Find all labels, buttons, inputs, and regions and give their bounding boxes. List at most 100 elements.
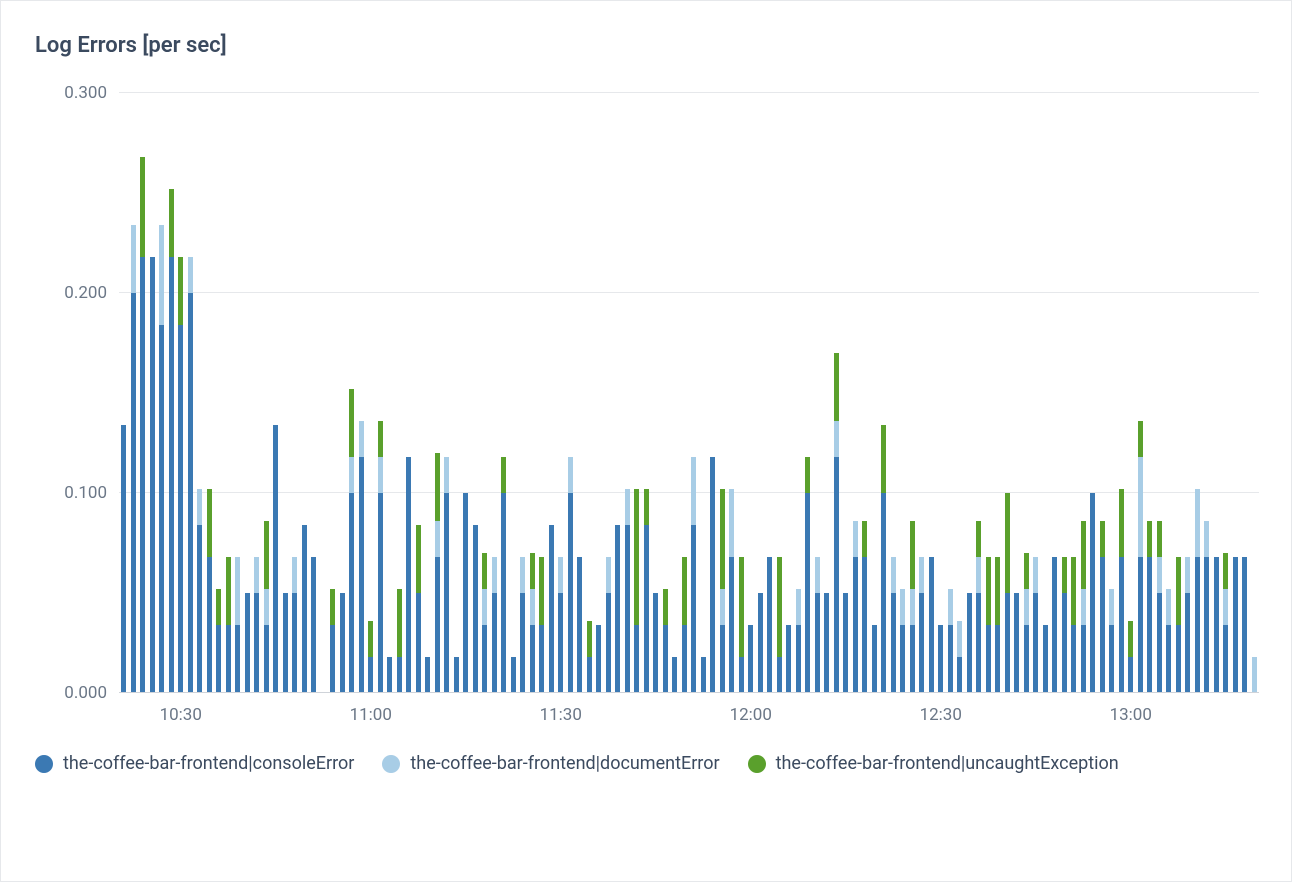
bar-column[interactable]: [777, 557, 782, 693]
bar-column[interactable]: [577, 557, 582, 693]
bar-column[interactable]: [492, 557, 497, 693]
bar-column[interactable]: [1081, 521, 1086, 693]
bar-column[interactable]: [454, 657, 459, 693]
bar-column[interactable]: [568, 457, 573, 693]
bar-column[interactable]: [729, 489, 734, 693]
bar-column[interactable]: [1109, 589, 1114, 693]
bar-column[interactable]: [1195, 489, 1200, 693]
bar-column[interactable]: [406, 457, 411, 693]
bar-column[interactable]: [302, 525, 307, 693]
bar-column[interactable]: [786, 625, 791, 693]
bar-column[interactable]: [131, 225, 136, 693]
bar-column[interactable]: [682, 557, 687, 693]
plot[interactable]: [119, 93, 1259, 693]
bar-column[interactable]: [1185, 557, 1190, 693]
bar-column[interactable]: [397, 589, 402, 693]
bar-column[interactable]: [1242, 557, 1247, 693]
bar-column[interactable]: [425, 657, 430, 693]
bar-column[interactable]: [653, 593, 658, 693]
bar-column[interactable]: [1128, 621, 1133, 693]
bar-column[interactable]: [292, 557, 297, 693]
bar-column[interactable]: [1147, 521, 1152, 693]
bar-column[interactable]: [986, 557, 991, 693]
bar-column[interactable]: [824, 593, 829, 693]
bar-column[interactable]: [273, 425, 278, 693]
bar-column[interactable]: [1052, 557, 1057, 693]
bar-column[interactable]: [919, 557, 924, 693]
bar-column[interactable]: [1033, 557, 1038, 693]
bar-column[interactable]: [834, 353, 839, 693]
bar-column[interactable]: [254, 557, 259, 693]
bar-column[interactable]: [463, 493, 468, 693]
bar-column[interactable]: [1166, 589, 1171, 693]
bar-column[interactable]: [197, 489, 202, 693]
bar-column[interactable]: [1043, 625, 1048, 693]
bar-column[interactable]: [378, 421, 383, 693]
bar-column[interactable]: [159, 225, 164, 693]
bar-column[interactable]: [1062, 557, 1067, 693]
legend-item-documentError[interactable]: the-coffee-bar-frontend|documentError: [382, 753, 719, 774]
bar-column[interactable]: [995, 557, 1000, 693]
bar-column[interactable]: [929, 557, 934, 693]
bar-column[interactable]: [587, 621, 592, 693]
bar-column[interactable]: [359, 421, 364, 693]
bar-column[interactable]: [758, 593, 763, 693]
bar-column[interactable]: [1100, 521, 1105, 693]
bar-column[interactable]: [910, 521, 915, 693]
bar-column[interactable]: [216, 589, 221, 693]
bar-column[interactable]: [1090, 493, 1095, 693]
bar-column[interactable]: [1214, 557, 1219, 693]
bar-column[interactable]: [311, 557, 316, 693]
bar-column[interactable]: [739, 557, 744, 693]
legend-item-consoleError[interactable]: the-coffee-bar-frontend|consoleError: [35, 753, 354, 774]
bar-column[interactable]: [1252, 657, 1257, 693]
bar-column[interactable]: [948, 589, 953, 693]
bar-column[interactable]: [140, 157, 145, 693]
bar-column[interactable]: [1014, 593, 1019, 693]
bar-column[interactable]: [169, 189, 174, 693]
bar-column[interactable]: [283, 593, 288, 693]
bar-column[interactable]: [558, 557, 563, 693]
bar-column[interactable]: [815, 557, 820, 693]
bar-column[interactable]: [264, 521, 269, 693]
bar-column[interactable]: [720, 489, 725, 693]
bar-column[interactable]: [691, 457, 696, 693]
bar-column[interactable]: [853, 521, 858, 693]
bar-column[interactable]: [520, 557, 525, 693]
bar-column[interactable]: [482, 553, 487, 693]
bar-column[interactable]: [473, 525, 478, 693]
bar-column[interactable]: [1024, 553, 1029, 693]
bar-column[interactable]: [549, 525, 554, 693]
bar-column[interactable]: [235, 557, 240, 693]
bar-column[interactable]: [444, 457, 449, 693]
bar-column[interactable]: [767, 557, 772, 693]
bar-column[interactable]: [501, 457, 506, 693]
bar-column[interactable]: [245, 593, 250, 693]
bar-column[interactable]: [663, 589, 668, 693]
bar-column[interactable]: [330, 589, 335, 693]
bar-column[interactable]: [178, 257, 183, 693]
bar-column[interactable]: [596, 625, 601, 693]
bar-column[interactable]: [1157, 521, 1162, 693]
bar-column[interactable]: [805, 457, 810, 693]
bar-column[interactable]: [796, 589, 801, 693]
bar-column[interactable]: [416, 525, 421, 693]
bar-column[interactable]: [900, 589, 905, 693]
bar-column[interactable]: [435, 453, 440, 693]
bar-column[interactable]: [967, 593, 972, 693]
bar-column[interactable]: [606, 557, 611, 693]
bar-column[interactable]: [349, 389, 354, 693]
bar-column[interactable]: [1138, 421, 1143, 693]
bar-column[interactable]: [976, 521, 981, 693]
bar-column[interactable]: [207, 489, 212, 693]
bar-column[interactable]: [862, 521, 867, 693]
legend-item-uncaughtException[interactable]: the-coffee-bar-frontend|uncaughtExceptio…: [748, 753, 1119, 774]
bar-column[interactable]: [938, 625, 943, 693]
bar-column[interactable]: [121, 425, 126, 693]
bar-column[interactable]: [387, 657, 392, 693]
bar-column[interactable]: [340, 593, 345, 693]
bar-column[interactable]: [634, 489, 639, 693]
bar-column[interactable]: [644, 489, 649, 693]
bar-column[interactable]: [1204, 521, 1209, 693]
bar-column[interactable]: [625, 489, 630, 693]
